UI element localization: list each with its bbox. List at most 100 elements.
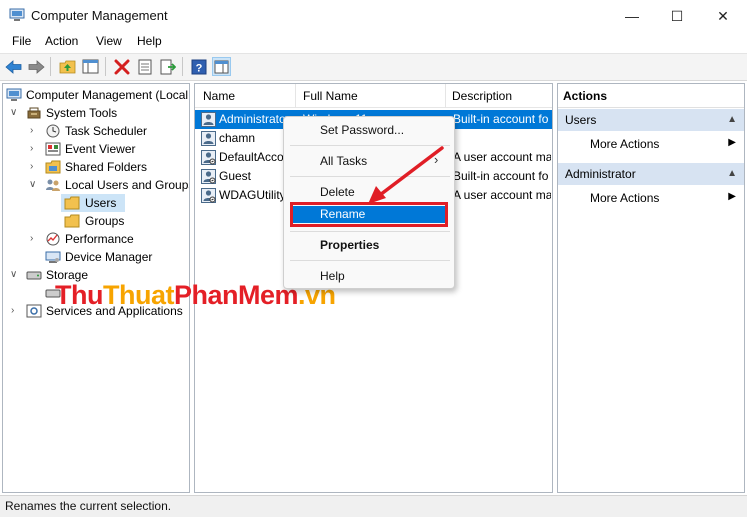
cell-description: A user account ma — [453, 150, 551, 164]
action-pane-icon — [214, 60, 229, 73]
export-list-button[interactable] — [158, 57, 177, 76]
services-icon — [26, 304, 42, 318]
menu-action[interactable]: Action — [45, 34, 78, 48]
forward-button[interactable] — [27, 57, 46, 76]
menu-separator — [290, 231, 450, 232]
more-actions-administrator[interactable]: More Actions ▶ — [558, 188, 744, 208]
toolbar-separator — [50, 57, 51, 76]
tree-label: Device Manager — [65, 250, 153, 264]
column-header-full-name[interactable]: Full Name — [303, 89, 358, 103]
tree-label: System Tools — [46, 106, 118, 120]
close-button[interactable]: ✕ — [700, 0, 746, 32]
actions-header: Actions — [558, 84, 744, 108]
toolbar-separator — [105, 57, 106, 76]
tree-item-users[interactable]: Users — [61, 194, 125, 212]
delete-x-icon — [114, 59, 129, 74]
submenu-arrow-icon: ▶ — [728, 137, 736, 148]
minimize-button[interactable]: — — [609, 0, 655, 32]
collapse-up-icon[interactable]: ▲ — [727, 114, 737, 125]
up-level-button[interactable] — [58, 57, 77, 76]
ctx-properties[interactable]: Properties — [320, 238, 379, 252]
chevron-down-icon[interactable]: ∨ — [10, 104, 17, 122]
chevron-down-icon[interactable]: ∨ — [10, 266, 17, 284]
svg-text:?: ? — [195, 62, 202, 74]
column-separator[interactable] — [445, 84, 446, 108]
chevron-right-icon[interactable]: › — [30, 122, 33, 140]
ctx-help[interactable]: Help — [320, 269, 345, 283]
performance-icon — [46, 232, 60, 246]
folder-up-icon — [59, 60, 76, 74]
device-manager-icon — [45, 251, 61, 263]
cell-description: Built-in account fo — [453, 112, 549, 126]
back-arrow-icon — [5, 59, 22, 74]
user-icon — [201, 169, 216, 184]
action-label: More Actions — [590, 191, 660, 205]
delete-button[interactable] — [112, 57, 131, 76]
properties-page-icon — [138, 59, 151, 74]
menu-view[interactable]: View — [96, 34, 122, 48]
collapse-up-icon[interactable]: ▲ — [727, 168, 737, 179]
menu-file[interactable]: File — [12, 34, 31, 48]
forward-arrow-icon — [28, 59, 45, 74]
status-text: Renames the current selection. — [5, 499, 172, 513]
tree-label: Event Viewer — [65, 142, 136, 156]
section-label: Users — [565, 113, 597, 127]
shared-folder-icon — [45, 160, 61, 174]
export-list-icon — [160, 59, 176, 74]
computer-management-icon — [6, 88, 22, 101]
help-button[interactable]: ? — [189, 57, 208, 76]
menu-help[interactable]: Help — [137, 34, 162, 48]
user-icon — [201, 150, 216, 165]
toolbar-separator — [182, 57, 183, 76]
clock-icon — [46, 124, 60, 138]
column-header-description[interactable]: Description — [452, 89, 512, 103]
show-hide-tree-button[interactable] — [81, 57, 100, 76]
tree-label: Computer Management (Local — [26, 88, 189, 102]
chevron-right-icon[interactable]: › — [30, 230, 33, 248]
user-icon — [201, 112, 216, 127]
chevron-right-icon[interactable]: › — [11, 302, 14, 320]
event-viewer-icon — [45, 142, 61, 156]
ctx-delete[interactable]: Delete — [320, 185, 355, 199]
properties-button[interactable] — [135, 57, 154, 76]
watermark-part: Thuat — [102, 280, 175, 310]
console-tree-icon — [82, 59, 99, 74]
tree-label: Local Users and Groups — [65, 178, 190, 192]
folder-icon — [64, 214, 80, 228]
actions-section-administrator[interactable]: Administrator ▲ — [558, 163, 744, 185]
more-actions-users[interactable]: More Actions ▶ — [558, 134, 744, 154]
submenu-arrow-icon: ▶ — [728, 191, 736, 202]
tree-label: Groups — [85, 214, 125, 228]
chevron-right-icon[interactable]: › — [30, 140, 33, 158]
back-button[interactable] — [4, 57, 23, 76]
column-header-name[interactable]: Name — [203, 89, 235, 103]
storage-icon — [26, 271, 42, 280]
menu-separator — [290, 260, 450, 261]
action-label: More Actions — [590, 137, 660, 151]
help-book-icon: ? — [191, 59, 206, 74]
users-group-icon — [46, 179, 60, 191]
section-label: Administrator — [565, 167, 636, 181]
tree-label: Performance — [65, 232, 134, 246]
user-icon — [201, 188, 216, 203]
tree-label: Users — [85, 196, 117, 210]
tree-label: Task Scheduler — [65, 124, 148, 138]
window-title: Computer Management — [31, 8, 168, 23]
cell-description: A user account ma — [453, 188, 551, 202]
ctx-set-password[interactable]: Set Password... — [320, 123, 404, 137]
user-icon — [201, 131, 216, 146]
watermark-part: Thu — [55, 280, 103, 310]
tools-icon — [27, 107, 41, 119]
computer-management-icon — [9, 8, 25, 21]
tree-label: Shared Folders — [65, 160, 148, 174]
actions-section-users[interactable]: Users ▲ — [558, 109, 744, 131]
chevron-down-icon[interactable]: ∨ — [29, 176, 36, 194]
chevron-right-icon[interactable]: › — [30, 158, 33, 176]
list-header: Name Full Name Description — [195, 84, 552, 108]
maximize-button[interactable]: ☐ — [654, 0, 700, 32]
column-separator[interactable] — [295, 84, 296, 108]
watermark-part: PhanMem — [173, 280, 299, 310]
cell-description: Built-in account fo — [453, 169, 549, 183]
show-hide-action-pane-button[interactable] — [212, 57, 231, 76]
red-arrow-icon — [368, 146, 444, 204]
